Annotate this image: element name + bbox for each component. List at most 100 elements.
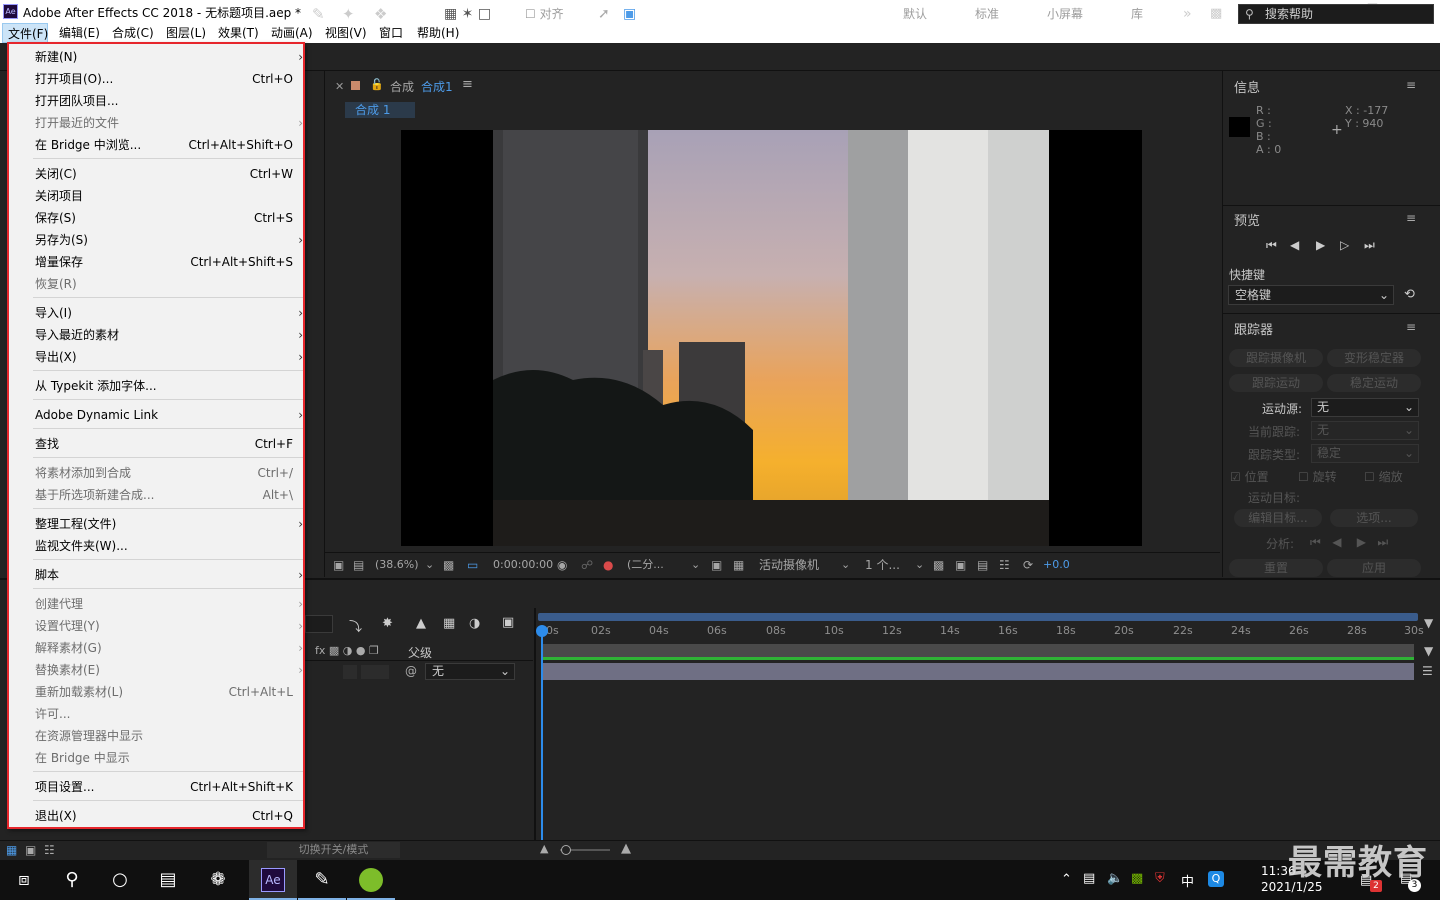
menu-item-watch-folder[interactable]: 监视文件夹(W)... [35,535,297,557]
help-search-input[interactable]: ⚲ 搜索帮助 [1238,4,1434,24]
timeline-marker-icon[interactable]: ▼ [1424,644,1433,658]
puppet-pin-tool-icon[interactable]: ❖ [374,5,387,23]
comp-button-icon[interactable]: ▼ [1424,616,1433,630]
qq-icon[interactable]: Q [1208,871,1224,887]
windows-start-icon[interactable]: ⧈ [0,860,48,900]
nvidia-icon[interactable]: ▩ [1131,871,1143,886]
menu-item-save-as[interactable]: 另存为(S) › [35,229,303,251]
snapshot-icon[interactable]: ◉ [557,557,567,573]
menu-item-add-footage-to-comp[interactable]: 将素材添加到合成 Ctrl+/ [35,462,297,484]
timeline-icon[interactable]: ▤ [977,557,988,573]
chevron-down-icon[interactable]: ⌄ [841,557,850,573]
reset-icon[interactable]: ⟲ [1404,287,1415,302]
switch-box[interactable] [375,665,389,679]
fast-previews-icon[interactable]: ▣ [955,557,966,573]
menu-item-open-team-project[interactable]: 打开团队项目... [35,90,297,112]
menu-item-save[interactable]: 保存(S) Ctrl+S [35,207,297,229]
transparency-grid-icon[interactable]: ▦ [733,557,744,573]
snap-arrow-icon[interactable]: ➚ [598,5,610,23]
graph-editor-icon[interactable]: ▣ [502,615,514,630]
motion-source-select[interactable]: 无 ⌄ [1311,398,1419,417]
warp-stabilizer-button[interactable]: 变形稳定器 [1327,349,1421,367]
security-shield-icon[interactable]: ⛨ [1155,871,1165,886]
position-checkbox[interactable]: ☑ 位置 [1230,468,1269,485]
edit-target-button[interactable]: 编辑目标... [1234,509,1322,527]
panel-menu-icon[interactable]: ≡ [462,77,473,92]
layer-switches-icon[interactable]: ▦ [6,843,17,857]
previous-frame-icon[interactable]: ◀ [1290,238,1299,252]
menu-item-import-recent-footage[interactable]: 导入最近的素材 › [35,324,303,346]
preview-panel-menu-icon[interactable]: ≡ [1406,211,1416,225]
pick-whip-icon[interactable]: @ [405,664,417,678]
menu-item-exit[interactable]: 退出(X) Ctrl+Q [35,805,297,827]
chevron-down-icon[interactable]: ⌄ [915,557,924,573]
network-icon[interactable]: ▤ [1083,871,1095,886]
track-camera-button[interactable]: 跟踪摄像机 [1229,349,1323,367]
current-timecode[interactable]: 0:00:00:00 [493,557,553,573]
menu-item-export[interactable]: 导出(X) › [35,346,303,368]
menu-item-import[interactable]: 导入(I) › [35,302,303,324]
show-snapshot-icon[interactable]: ☍ [581,557,593,573]
snap-target-icon[interactable]: ▣ [623,5,636,23]
menu-item-find[interactable]: 查找 Ctrl+F [35,433,297,455]
close-tab-icon[interactable]: ✕ [335,80,344,93]
reset-exposure-icon[interactable]: ⟳ [1023,557,1033,573]
parent-select[interactable]: 无 ⌄ [425,663,515,680]
comp-marker-bin-icon[interactable]: ☰ [1422,664,1433,678]
menu-item-open-recent[interactable]: 打开最近的文件 › [35,112,303,134]
motion-blur-icon[interactable]: ◑ [469,616,480,631]
menu-item-browse-in-bridge[interactable]: 在 Bridge 中浏览... Ctrl+Alt+Shift+O [35,134,297,156]
shy-layers-icon[interactable]: ▲ [416,616,426,631]
work-area-bar[interactable] [538,613,1418,621]
zoom-slider-handle[interactable] [561,845,571,855]
lock-icon[interactable]: 🔓 [370,78,384,91]
analyze-controls-icon[interactable]: ⏮ ◀ ▶ ⏭ [1310,535,1388,550]
workspace-default[interactable]: 默认 [903,5,927,23]
notepad-icon[interactable]: ✎ [298,860,346,900]
play-icon[interactable]: ▶ [1316,238,1325,252]
menu-item-dynamic-link[interactable]: Adobe Dynamic Link › [35,404,303,426]
menu-edit[interactable]: 编辑(E) [59,23,100,43]
menu-item-revert[interactable]: 恢复(R) [35,273,297,295]
reset-button[interactable]: 重置 [1229,559,1323,577]
in-out-icon[interactable]: ☷ [44,843,55,857]
menu-window[interactable]: 窗口 [379,23,403,43]
search-icon[interactable]: ⚲ [48,860,96,900]
workspace-menu-icon[interactable]: ▩ [1210,5,1222,23]
melon-app-icon[interactable] [347,860,395,900]
rotation-checkbox[interactable]: ☐ 旋转 [1298,468,1337,485]
snap-checkbox[interactable]: ☐ 对齐 [525,5,564,23]
menu-item-replace-footage[interactable]: 替换素材(E) › [35,659,303,681]
menu-item-dependencies[interactable]: 整理工程(文件) › [35,513,303,535]
info-panel-menu-icon[interactable]: ≡ [1406,78,1416,92]
shortcut-select[interactable]: 空格键 ⌄ [1228,285,1394,305]
comp-tab-name[interactable]: 合成1 [421,78,453,95]
mask-visibility-icon[interactable]: ▭ [467,557,478,573]
workspace-small-screen[interactable]: 小屏幕 [1047,5,1083,23]
track-type-select[interactable]: 稳定 ⌄ [1311,444,1419,463]
last-frame-icon[interactable]: ⏭ [1364,238,1375,253]
toggle-switches-modes[interactable]: 切换开关/模式 [267,842,400,858]
roto-brush-tool-icon[interactable]: ✦ [342,5,355,23]
workspace-standard[interactable]: 标准 [975,5,999,23]
zoom-out-icon[interactable]: ▲ [540,842,548,855]
menu-item-license[interactable]: 许可... [35,703,297,725]
show-hidden-icons-icon[interactable]: ⌃ [1061,872,1072,887]
pinwheel-app-icon[interactable]: ❁ [194,860,242,900]
draft-3d-icon[interactable]: ✸ [382,616,393,631]
first-frame-icon[interactable]: ⏮ [1266,238,1277,253]
safe-margins-icon[interactable]: ▩ [443,557,454,573]
channel-icon[interactable]: ● [603,557,613,573]
menu-help[interactable]: 帮助(H) [417,23,459,43]
switch-box[interactable] [361,665,375,679]
current-track-select[interactable]: 无 ⌄ [1311,421,1419,440]
volume-icon[interactable]: 🔈 [1107,871,1123,886]
transfer-controls-icon[interactable]: ▣ [25,843,36,857]
menu-item-reveal-in-bridge[interactable]: 在 Bridge 中显示 [35,747,297,769]
workspace-libraries[interactable]: 库 [1131,5,1143,23]
menu-item-interpret-footage[interactable]: 解释素材(G) › [35,637,303,659]
menu-item-scripts[interactable]: 脚本 › [35,564,303,586]
monitor-icon[interactable]: ▤ [353,557,364,573]
views-dropdown[interactable]: 1 个... [865,557,900,573]
region-of-interest-icon[interactable]: ▣ [711,557,722,573]
